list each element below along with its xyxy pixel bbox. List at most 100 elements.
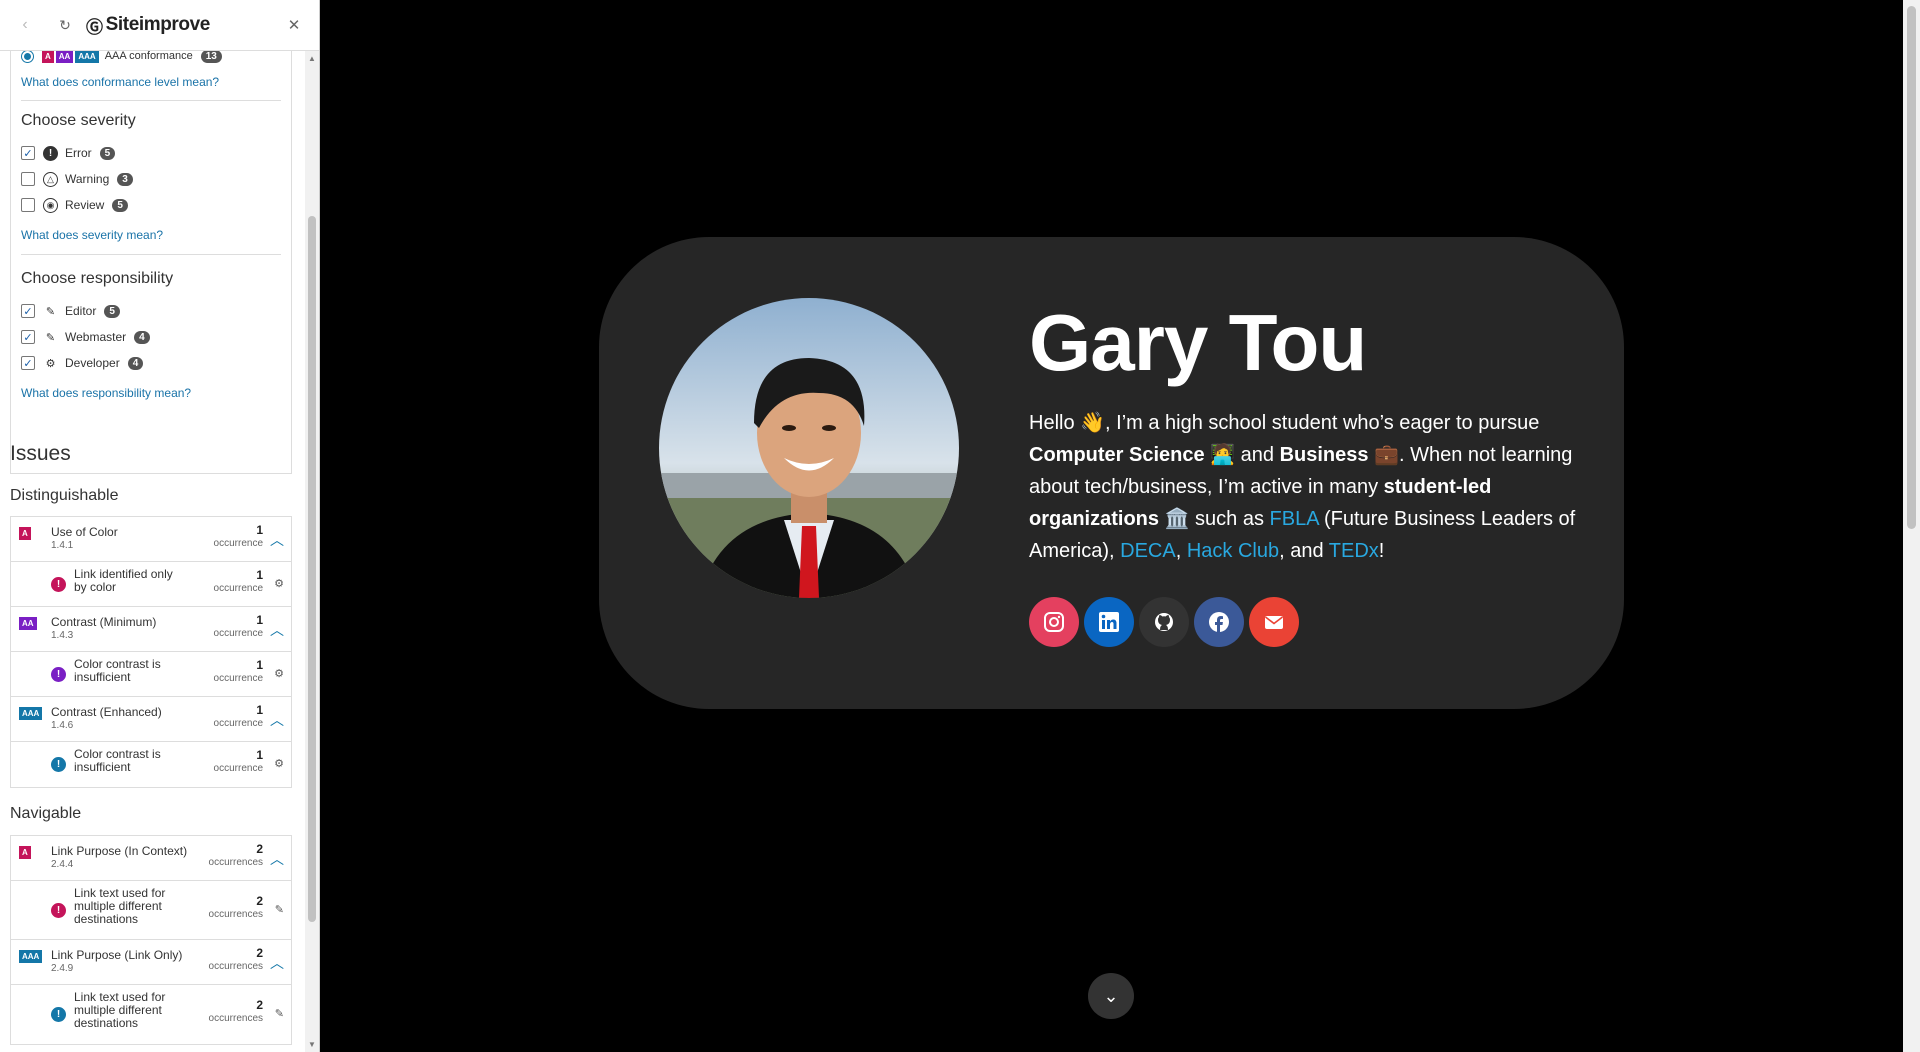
level-a-badge: A [19,846,31,859]
criterion-row[interactable]: AAA Contrast (Enhanced) 1.4.6 1 occurrenc… [11,697,291,742]
conformance-count: 13 [200,51,222,63]
criterion-number: 2.4.4 [51,859,74,870]
conformance-help-link[interactable]: What does conformance level mean? [21,75,219,89]
chevron-up-icon[interactable]: ︿ [270,953,284,973]
criterion-number: 1.4.1 [51,540,74,551]
hack-club-link[interactable]: Hack Club [1187,540,1279,562]
profile-photo [659,298,959,598]
panel-scroll-area: A AA AAA AAA conformance 13 What does conf… [0,51,305,1052]
profile-name: Gary Tou [1029,298,1367,387]
panel-scrollbar[interactable]: ▲ ▼ [305,51,319,1052]
responsibility-count: 4 [127,356,144,370]
occurrence-count: 2 occurrences [208,998,263,1025]
severity-count: 5 [99,146,116,160]
chevron-up-icon[interactable]: ︿ [270,849,284,869]
radio-selected-icon[interactable] [21,51,34,63]
occurrence-count: 1 occurrence [213,658,263,685]
criterion-number: 1.4.6 [51,720,74,731]
severity-label: Review [65,198,105,212]
checkbox-checked[interactable]: ✓ [21,330,35,344]
category-title: Navigable [10,805,82,822]
responsibility-developer[interactable]: ✓ ⚙ Developer 4 [21,354,144,372]
responsibility-help-link[interactable]: What does responsibility mean? [21,386,191,400]
criterion-row[interactable]: AA Contrast (Minimum) 1.4.3 1 occurrence … [11,607,291,652]
issue-row[interactable]: ! Link identified only by color 1 occurre… [11,562,291,607]
issue-name: Color contrast is insufficient [74,747,161,774]
checkbox-checked[interactable]: ✓ [21,146,35,160]
fbla-link[interactable]: FBLA [1270,508,1319,530]
scroll-down-arrow[interactable]: ▼ [308,1040,316,1049]
linkedin-icon[interactable] [1084,597,1134,647]
responsibility-editor[interactable]: ✓ ✎ Editor 5 [21,302,120,320]
back-icon[interactable]: ‹ [12,12,38,38]
close-icon[interactable]: ✕ [281,12,307,38]
responsibility-webmaster[interactable]: ✓ ✎ Webmaster 4 [21,328,150,346]
severity-error[interactable]: ✓ ! Error 5 [21,144,116,162]
issue-name: Link identified only by color [74,567,173,594]
issue-row[interactable]: ! Color contrast is insufficient 1 occurr… [11,652,291,697]
responsibility-label: Webmaster [65,330,127,344]
chevron-up-icon[interactable]: ︿ [270,620,284,640]
category-card-distinguishable: A Use of Color 1.4.1 1 occurrence ︿ ! Lin… [10,516,292,788]
issue-row[interactable]: ! Link text used for multiple different … [11,985,291,1044]
chevron-up-icon[interactable]: ︿ [270,710,284,730]
error-icon: ! [51,1007,66,1022]
page-scrollbar-thumb[interactable] [1907,6,1916,529]
bio-bold: Business [1279,444,1369,466]
facebook-icon[interactable] [1194,597,1244,647]
issue-name: Link text used for multiple different de… [74,990,166,1030]
checkbox-checked[interactable]: ✓ [21,356,35,370]
criterion-row[interactable]: A Link Purpose (In Context) 2.4.4 2 occur… [11,836,291,881]
bio-text: , [1175,540,1187,562]
criterion-name: Use of Color [51,525,118,539]
editor-icon: ✎ [45,305,56,318]
issue-row[interactable]: ! Color contrast is insufficient 1 occurr… [11,742,291,787]
instagram-icon[interactable] [1029,597,1079,647]
bio-text: 🧑‍💻 and [1204,444,1280,466]
checkbox-unchecked[interactable] [21,198,35,212]
siteimprove-logo: Ⓖ Siteimprove [86,14,210,37]
occurrence-count: 2 occurrences [208,894,263,921]
deca-link[interactable]: DECA [1120,540,1176,562]
occurrence-count: 1 occurrence [213,613,263,640]
error-icon: ! [51,667,66,682]
occurrence-count: 1 occurrence [213,568,263,595]
panel-header: ‹ ↻ Ⓖ Siteimprove ✕ [0,0,319,51]
conformance-option-aaa[interactable]: A AA AAA AAA conformance 13 [21,51,222,65]
error-icon: ! [43,145,58,161]
issue-row[interactable]: ! Link text used for multiple different … [11,881,291,940]
severity-title: Choose severity [21,112,136,129]
criterion-row[interactable]: A Use of Color 1.4.1 1 occurrence ︿ [11,517,291,562]
level-a-badge: A [42,51,54,63]
page-scrollbar[interactable] [1903,0,1920,1052]
category-title: Distinguishable [10,487,119,504]
checkbox-checked[interactable]: ✓ [21,304,35,318]
scroll-up-arrow[interactable]: ▲ [308,54,316,63]
issue-name: Color contrast is insufficient [74,657,161,684]
tedx-link[interactable]: TEDx [1329,540,1379,562]
panel-scrollbar-thumb[interactable] [308,216,316,922]
chevron-double-down-icon: ⌄ [1103,985,1119,1006]
editor-icon: ✎ [274,1008,284,1020]
criterion-number: 2.4.9 [51,963,74,974]
filter-box: A AA AAA AAA conformance 13 What does conf… [10,51,292,474]
email-icon[interactable] [1249,597,1299,647]
checkbox-unchecked[interactable] [21,172,35,186]
webmaster-icon: ✎ [45,331,56,344]
siteimprove-panel: ‹ ↻ Ⓖ Siteimprove ✕ A AA AAA AAA conformanc… [0,0,320,1052]
occurrence-count: 1 occurrence [213,523,263,550]
scroll-down-button[interactable]: ⌄ [1088,973,1134,1019]
responsibility-title: Choose responsibility [21,270,174,287]
criterion-row[interactable]: AAA Link Purpose (Link Only) 2.4.9 2 occu… [11,940,291,985]
profile-bio: Hello 👋, I’m a high school student who’s… [1029,407,1589,567]
severity-help-link[interactable]: What does severity mean? [21,228,163,242]
chevron-up-icon[interactable]: ︿ [270,530,284,550]
severity-label: Error [65,146,92,160]
severity-review[interactable]: ◉ Review 5 [21,196,128,214]
refresh-icon[interactable]: ↻ [52,12,78,38]
github-icon[interactable] [1139,597,1189,647]
editor-icon: ✎ [274,904,284,916]
bio-text: ! [1378,540,1385,562]
severity-warning[interactable]: △ Warning 3 [21,170,133,188]
error-icon: ! [51,903,66,918]
